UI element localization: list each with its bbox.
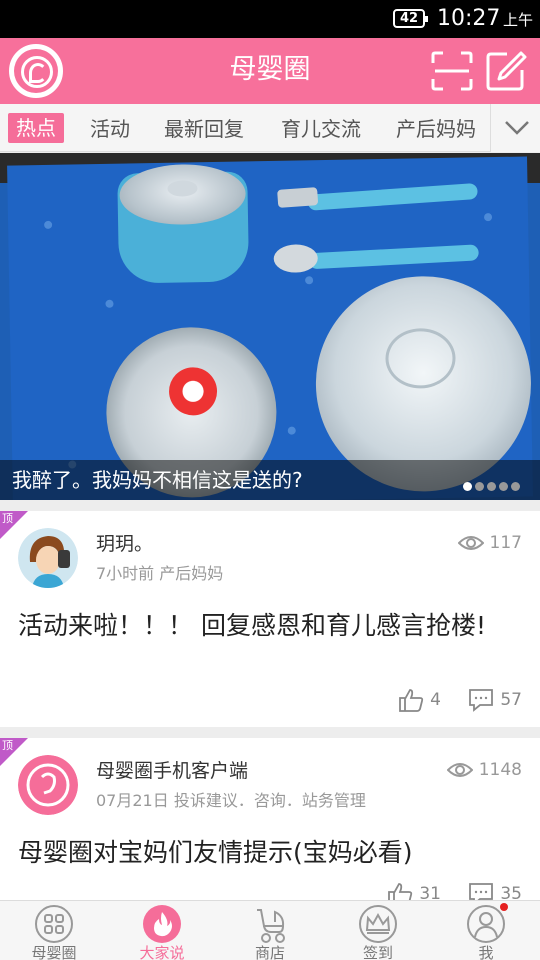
- nav-label: 我: [478, 944, 494, 960]
- carousel-indicator: [460, 476, 520, 495]
- comment-icon: [469, 883, 494, 900]
- pinned-label: 顶: [2, 512, 13, 525]
- post-author[interactable]: 玥玥。: [96, 531, 153, 557]
- grid-icon: [35, 905, 73, 943]
- tabs-expand-button[interactable]: [490, 104, 540, 152]
- banner-caption-bar: 我醉了。我妈妈不相信这是送的?: [0, 460, 540, 500]
- avatar[interactable]: [18, 755, 78, 815]
- tab-hot[interactable]: 热点: [8, 113, 64, 143]
- comment-button[interactable]: 57: [468, 689, 522, 712]
- flame-icon: [143, 905, 181, 943]
- carousel-dot: [463, 482, 472, 491]
- banner-carousel[interactable]: 我醉了。我妈妈不相信这是送的?: [0, 153, 540, 500]
- banner-image: [7, 156, 533, 500]
- stroller-icon: [257, 909, 285, 943]
- carousel-dot: [499, 482, 508, 491]
- nav-item-me[interactable]: 我: [432, 901, 540, 960]
- chevron-down-icon: [505, 121, 529, 135]
- carousel-dot: [475, 482, 484, 491]
- app-header: 母婴圈: [0, 38, 540, 104]
- nav-label: 商店: [254, 944, 285, 960]
- view-count: 1148: [446, 758, 522, 782]
- tab-parenting[interactable]: 育儿交流: [281, 114, 361, 144]
- view-count-value: 117: [489, 533, 522, 553]
- avatar[interactable]: [18, 528, 78, 588]
- thumbs-up-icon: [388, 883, 413, 900]
- comment-icon: [469, 689, 494, 712]
- battery-indicator: 42: [393, 9, 428, 28]
- pinned-label: 顶: [2, 739, 13, 752]
- clock-ampm: 上午: [503, 11, 534, 29]
- tab-latest-reply[interactable]: 最新回复: [164, 114, 244, 144]
- post-author[interactable]: 母婴圈手机客户端: [96, 758, 248, 784]
- edit-icon[interactable]: [485, 50, 527, 92]
- bottom-navigation: 母婴圈 大家说 商店 签到 我: [0, 900, 540, 960]
- crown-icon: [359, 905, 397, 943]
- post-card[interactable]: 顶 母婴圈手机客户端 07月21日 投诉建议．咨询．站务管理 1148 母婴圈对…: [0, 738, 540, 900]
- eye-icon: [446, 763, 474, 777]
- nav-item-checkin[interactable]: 签到: [324, 901, 432, 960]
- nav-item-circle[interactable]: 母婴圈: [0, 901, 108, 960]
- clock-time: 10:27: [437, 6, 501, 31]
- nav-item-discuss[interactable]: 大家说: [108, 901, 216, 960]
- post-board[interactable]: 投诉建议．咨询．站务管理: [174, 791, 366, 810]
- carousel-dot: [487, 482, 496, 491]
- eye-icon: [457, 536, 484, 550]
- post-meta: 7小时前 产后妈妈: [96, 563, 223, 585]
- like-count: 4: [430, 690, 441, 710]
- post-title[interactable]: 母婴圈对宝妈们友情提示(宝妈必看): [18, 836, 518, 870]
- nav-label: 母婴圈: [31, 944, 77, 960]
- category-tabs: 热点 活动 最新回复 育儿交流 产后妈妈: [0, 104, 540, 152]
- comment-count: 57: [500, 690, 522, 710]
- post-stats: 4 57: [398, 688, 522, 712]
- post-title[interactable]: 活动来啦！！！ 回复感恩和育儿感言抢楼!: [18, 609, 518, 643]
- notification-dot: [500, 903, 508, 911]
- tab-activity[interactable]: 活动: [90, 114, 130, 144]
- nav-label: 大家说: [139, 944, 185, 960]
- post-board[interactable]: 产后妈妈: [159, 564, 223, 583]
- status-bar: 42 10:27 上午: [0, 0, 540, 38]
- like-count: 31: [419, 884, 441, 900]
- post-time: 07月21日: [96, 791, 169, 810]
- comment-button[interactable]: 35: [468, 883, 522, 900]
- like-button[interactable]: 4: [398, 689, 441, 712]
- nav-label: 签到: [362, 944, 393, 960]
- banner-caption: 我醉了。我妈妈不相信这是送的?: [12, 468, 303, 492]
- thumbs-up-icon: [399, 689, 424, 712]
- post-meta: 07月21日 投诉建议．咨询．站务管理: [96, 790, 366, 812]
- comment-count: 35: [500, 884, 522, 900]
- post-card[interactable]: 顶 玥玥。 7小时前 产后妈妈 117 活动来啦！！！ 回复感恩和育儿感言抢楼!…: [0, 511, 540, 727]
- view-count-value: 1148: [478, 760, 522, 780]
- tab-postpartum[interactable]: 产后妈妈: [396, 114, 476, 144]
- carousel-dot: [511, 482, 520, 491]
- nav-item-shop[interactable]: 商店: [216, 901, 324, 960]
- scan-icon[interactable]: [431, 51, 473, 91]
- post-time: 7小时前: [96, 564, 155, 583]
- view-count: 117: [457, 531, 522, 555]
- post-stats: 31 35: [387, 882, 522, 900]
- like-button[interactable]: 31: [387, 883, 441, 900]
